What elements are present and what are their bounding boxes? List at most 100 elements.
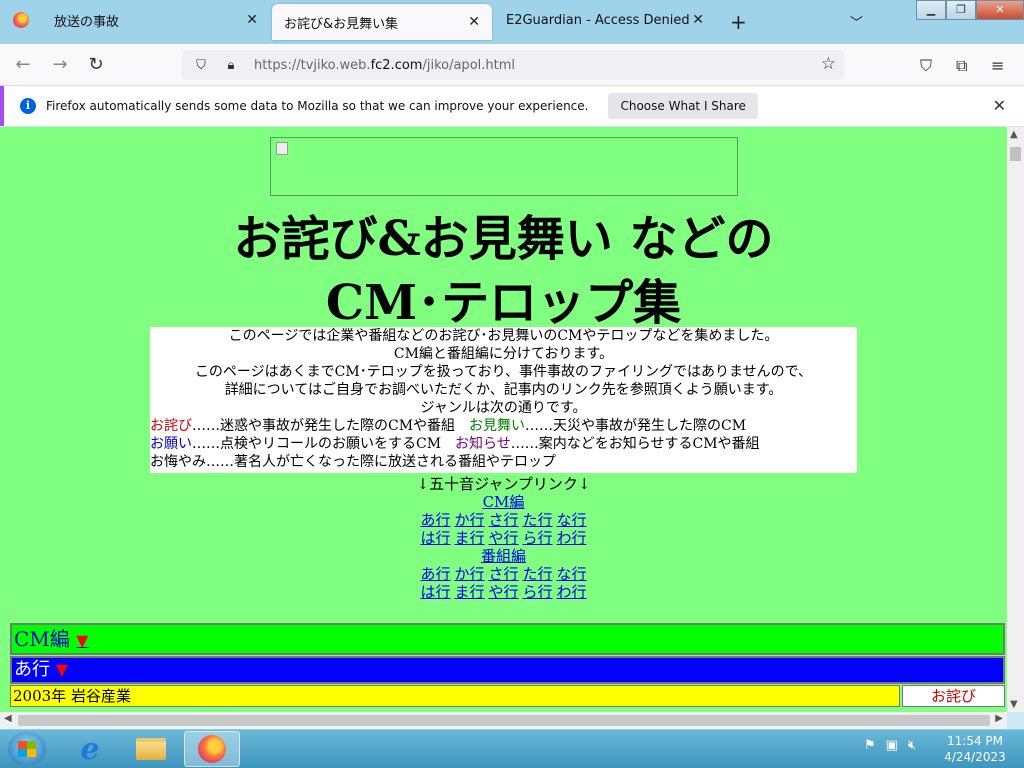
notification-bar: i Firefox automatically sends some data … bbox=[0, 86, 1024, 126]
reload-icon[interactable]: ↻ bbox=[83, 52, 109, 78]
program-kana-link[interactable]: た行 bbox=[523, 565, 553, 583]
tab-title: E2Guardian - Access Denied bbox=[506, 12, 690, 28]
genre-okuyami-label: お悔やみ bbox=[150, 454, 206, 470]
extensions-icon[interactable]: ⧉ bbox=[956, 56, 967, 76]
volume-muted-icon[interactable]: 🔇︎ bbox=[908, 738, 916, 753]
entry-row-title: 2003年 岩谷産業 bbox=[10, 685, 900, 707]
pocket-icon[interactable]: ⛉ bbox=[920, 56, 932, 76]
notification-message: Firefox automatically sends some data to… bbox=[46, 99, 589, 113]
firefox-view-button[interactable] bbox=[0, 0, 42, 40]
program-kana-link[interactable]: か行 bbox=[454, 565, 484, 583]
forward-arrow-icon[interactable]: → bbox=[47, 52, 73, 78]
window-close-button[interactable]: ✕ bbox=[976, 0, 1024, 20]
genre-oshirase-desc: ……案内などをお知らせするCMや番組 bbox=[510, 436, 760, 452]
horizontal-scrollbar[interactable]: ◀ ▶ bbox=[0, 712, 1007, 729]
intro-line: このページはあくまでCM･テロップを扱っており、事件事故のファイリングではありま… bbox=[194, 364, 813, 380]
broken-image-icon bbox=[276, 142, 288, 155]
back-arrow-icon[interactable]: ← bbox=[10, 52, 36, 78]
genre-line: お願い……点検やリコールのお願いをするCM お知らせ……案内などをお知らせするC… bbox=[150, 435, 857, 453]
triangle-down-icon[interactable]: ▼ bbox=[76, 631, 88, 650]
genre-owabi-desc: ……迷惑や事故が発生した際のCMや番組 bbox=[192, 418, 470, 434]
info-icon: i bbox=[20, 98, 36, 114]
program-kana-link[interactable]: な行 bbox=[557, 565, 587, 583]
intro-line: CM編と番組編に分けております。 bbox=[393, 346, 614, 362]
new-tab-button[interactable]: + bbox=[730, 10, 747, 34]
tab-owabi-omimai[interactable]: お詫び&お見舞い集 ✕ bbox=[272, 4, 492, 40]
network-icon[interactable]: ▣ bbox=[886, 738, 898, 753]
page-content: お詫び&お見舞い などの CM･テロップ集 このページでは企業や番組などのお詫び… bbox=[0, 127, 1007, 712]
close-icon[interactable]: ✕ bbox=[468, 14, 480, 30]
cm-kana-link[interactable]: ら行 bbox=[523, 529, 553, 547]
entry-row-genre-tag: お詫び bbox=[902, 685, 1005, 707]
cm-kana-link[interactable]: わ行 bbox=[557, 529, 587, 547]
cm-kana-link[interactable]: さ行 bbox=[488, 511, 518, 529]
start-button[interactable] bbox=[8, 732, 46, 766]
cm-kana-link[interactable]: ま行 bbox=[454, 529, 484, 547]
program-kana-link[interactable]: わ行 bbox=[557, 583, 587, 601]
choose-what-i-share-button[interactable]: Choose What I Share bbox=[608, 93, 758, 119]
url-bar[interactable]: ⛉ 🔒︎ https://tvjiko.web.fc2.com/jiko/apo… bbox=[182, 50, 844, 80]
file-explorer-taskbar-button[interactable] bbox=[123, 731, 179, 767]
intro-box: このページでは企業や番組などのお詫び･お見舞いのCMやテロップなどを集めました。… bbox=[150, 327, 857, 473]
firefox-icon bbox=[198, 735, 226, 763]
cm-kana-link[interactable]: あ行 bbox=[420, 511, 450, 529]
menu-hamburger-icon[interactable]: ≡ bbox=[991, 56, 1004, 75]
scroll-left-arrow-icon[interactable]: ◀ bbox=[4, 713, 12, 724]
triangle-down-icon[interactable]: ▼ bbox=[56, 660, 68, 679]
genre-omimai-desc: ……天災や事故が発生した際のCM bbox=[525, 418, 747, 434]
cm-section-header: CM編 ▼ bbox=[10, 623, 1005, 655]
tab-e2guardian[interactable]: E2Guardian - Access Denied ✕ bbox=[494, 0, 716, 40]
firefox-icon bbox=[13, 12, 29, 28]
intro-line: このページでは企業や番組などのお詫び･お見舞いのCMやテロップなどを集めました。 bbox=[228, 328, 779, 344]
internet-explorer-icon: e bbox=[80, 731, 100, 767]
scroll-thumb[interactable] bbox=[18, 715, 990, 726]
vertical-scrollbar[interactable]: ▲ ▼ bbox=[1007, 127, 1024, 712]
scroll-up-arrow-icon[interactable]: ▲ bbox=[1010, 129, 1018, 140]
firefox-taskbar-button[interactable] bbox=[184, 731, 240, 767]
lock-icon[interactable]: 🔒︎ bbox=[220, 58, 242, 73]
taskbar: e ⚑ ▣ 🔇︎ 11:54 PM 4/24/2023 bbox=[0, 729, 1024, 768]
a-row-header: あ行 ▼ bbox=[10, 656, 1005, 684]
navigation-toolbar: ← → ↻ ⛉ 🔒︎ https://tvjiko.web.fc2.com/ji… bbox=[0, 44, 1024, 86]
cm-kana-link[interactable]: や行 bbox=[488, 529, 518, 547]
internet-explorer-taskbar-button[interactable]: e bbox=[62, 731, 118, 767]
genre-onegai-desc: ……点検やリコールのお願いをするCM bbox=[192, 436, 456, 452]
tracking-shield-icon[interactable]: ⛉ bbox=[190, 58, 212, 73]
program-kana-link[interactable]: は行 bbox=[420, 583, 450, 601]
folder-icon bbox=[136, 738, 166, 760]
banner-image[interactable] bbox=[270, 137, 738, 196]
scroll-down-arrow-icon[interactable]: ▼ bbox=[1010, 699, 1018, 710]
cm-kana-link[interactable]: た行 bbox=[523, 511, 553, 529]
close-icon[interactable]: ✕ bbox=[993, 96, 1006, 115]
program-kana-link[interactable]: さ行 bbox=[488, 565, 518, 583]
action-center-flag-icon[interactable]: ⚑ bbox=[864, 738, 876, 753]
close-icon[interactable]: ✕ bbox=[692, 12, 704, 28]
cm-kana-link[interactable]: な行 bbox=[557, 511, 587, 529]
tab-title: 放送の事故 bbox=[54, 14, 120, 30]
kana-jump-links: ↓五十音ジャンプリンク↓ CM編 あ行 か行 さ行 た行 な行 は行 ま行 や行 ら行 わ行 番… bbox=[0, 475, 1007, 601]
program-kana-link[interactable]: ま行 bbox=[454, 583, 484, 601]
close-icon[interactable]: ✕ bbox=[246, 12, 258, 28]
window-controls: ▁ ❐ ✕ bbox=[916, 0, 1024, 20]
genre-onegai-label: お願い bbox=[150, 436, 192, 452]
minimize-button[interactable]: ▁ bbox=[916, 0, 946, 20]
bookmark-star-icon[interactable]: ☆ bbox=[821, 54, 836, 74]
program-section-link[interactable]: 番組編 bbox=[481, 547, 526, 565]
program-kana-link[interactable]: あ行 bbox=[420, 565, 450, 583]
program-kana-link[interactable]: や行 bbox=[488, 583, 518, 601]
windows-logo-icon bbox=[18, 741, 36, 757]
intro-line: ジャンルは次の通りです。 bbox=[420, 400, 587, 416]
cm-section-link[interactable]: CM編 bbox=[483, 493, 525, 511]
list-tabs-chevron-icon[interactable]: ﹀ bbox=[850, 12, 863, 31]
cm-kana-link[interactable]: か行 bbox=[454, 511, 484, 529]
a-row-label: あ行 bbox=[14, 659, 50, 680]
restore-button[interactable]: ❐ bbox=[946, 0, 976, 20]
scroll-right-arrow-icon[interactable]: ▶ bbox=[995, 713, 1003, 724]
program-kana-link[interactable]: ら行 bbox=[523, 583, 553, 601]
cm-kana-link[interactable]: は行 bbox=[420, 529, 450, 547]
tab-housou-no-jiko[interactable]: 放送の事故 ✕ bbox=[42, 0, 270, 40]
url-text[interactable]: https://tvjiko.web.fc2.com/jiko/apol.htm… bbox=[254, 58, 515, 73]
scroll-thumb[interactable] bbox=[1010, 147, 1021, 161]
clock[interactable]: 11:54 PM 4/24/2023 bbox=[940, 733, 1010, 765]
clock-time: 11:54 PM bbox=[947, 734, 1003, 748]
